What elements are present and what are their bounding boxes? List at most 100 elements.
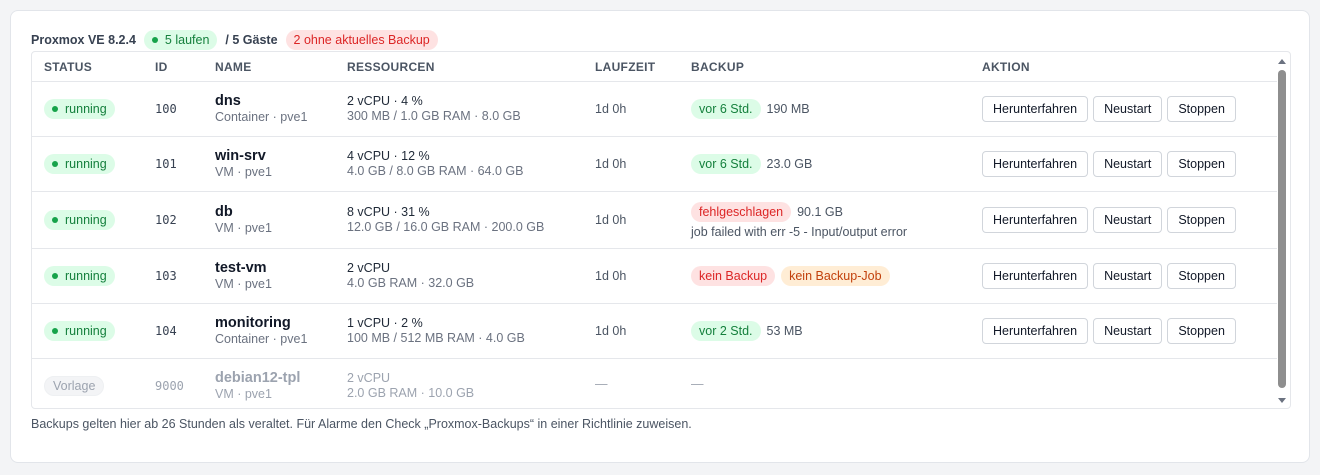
restart-button[interactable]: Neustart	[1093, 96, 1163, 122]
restart-button[interactable]: Neustart	[1093, 263, 1163, 289]
memory-disk: 2.0 GB RAM · 10.0 GB	[347, 386, 475, 400]
guest-name[interactable]: dns	[215, 93, 307, 110]
shutdown-button[interactable]: Herunterfahren	[982, 96, 1089, 122]
column-action: AKTION	[982, 60, 1030, 74]
guest-id: 9000	[155, 379, 184, 393]
shutdown-button[interactable]: Herunterfahren	[982, 263, 1089, 289]
status-label: running	[65, 324, 107, 338]
scroll-up-icon[interactable]	[1278, 59, 1286, 64]
restart-button[interactable]: Neustart	[1093, 318, 1163, 344]
status-dot-icon	[151, 37, 158, 43]
memory-disk: 100 MB / 512 MB RAM · 4.0 GB	[347, 331, 525, 345]
summary-bar: Proxmox VE 8.2.4 5 laufen / 5 Gäste 2 oh…	[31, 30, 438, 50]
stop-button[interactable]: Stoppen	[1167, 151, 1236, 177]
guest-type: Container · pve1	[215, 332, 308, 346]
action-buttons: Herunterfahren Neustart Stoppen	[982, 263, 1241, 289]
status-dot-icon	[52, 161, 58, 167]
backup-size: 23.0 GB	[766, 157, 813, 171]
backup-size: 90.1 GB	[797, 205, 843, 219]
running-count-label: 5 laufen	[164, 33, 210, 47]
table-row: running 102 db VM · pve1 8 vCPU · 31 % 1…	[32, 192, 1277, 249]
shutdown-button[interactable]: Herunterfahren	[982, 318, 1089, 344]
footer-note: Backups gelten hier ab 26 Stunden als ve…	[31, 417, 692, 431]
guest-name-cell: debian12-tpl VM · pve1	[215, 370, 300, 402]
resources-cell: 2 vCPU 4.0 GB RAM · 32.0 GB	[347, 261, 474, 291]
column-name: NAME	[215, 60, 252, 74]
cpu-usage: 8 vCPU · 31 %	[347, 205, 430, 219]
restart-button[interactable]: Neustart	[1093, 207, 1163, 233]
backup-size: 53 MB	[766, 324, 803, 338]
resources-cell: 2 vCPU · 4 % 300 MB / 1.0 GB RAM · 8.0 G…	[347, 94, 521, 124]
column-id: ID	[155, 60, 168, 74]
no-backup-job-badge: kein Backup-Job	[781, 266, 890, 286]
status-badge: running	[44, 99, 115, 119]
shutdown-button[interactable]: Herunterfahren	[982, 207, 1089, 233]
column-backup: BACKUP	[691, 60, 745, 74]
table-row: Vorlage 9000 debian12-tpl VM · pve1 2 vC…	[32, 359, 1277, 408]
table-header: STATUS ID NAME RESSOURCEN LAUFZEIT BACKU…	[32, 52, 1277, 82]
table-row: running 100 dns Container · pve1 2 vCPU …	[32, 82, 1277, 137]
backup-age-badge: vor 6 Std.	[691, 99, 761, 119]
stop-button[interactable]: Stoppen	[1167, 263, 1236, 289]
stop-button[interactable]: Stoppen	[1167, 96, 1236, 122]
uptime: 1d 0h	[595, 213, 627, 227]
column-status: STATUS	[44, 60, 93, 74]
restart-button[interactable]: Neustart	[1093, 151, 1163, 177]
cpu-usage: 2 vCPU	[347, 261, 391, 275]
running-count-badge: 5 laufen	[143, 30, 218, 50]
backup-failed-badge: fehlgeschlagen	[691, 202, 792, 222]
guest-id: 103	[155, 269, 177, 283]
cpu-usage: 2 vCPU · 4 %	[347, 94, 423, 108]
status-dot-icon	[52, 217, 58, 223]
guest-name[interactable]: db	[215, 204, 272, 221]
status-label: running	[65, 213, 107, 227]
column-resources: RESSOURCEN	[347, 60, 435, 74]
backup-age-badge: vor 2 Std.	[691, 321, 761, 341]
guest-name-cell: dns Container · pve1	[215, 93, 307, 125]
guest-type: VM · pve1	[215, 165, 272, 179]
uptime: —	[595, 377, 608, 391]
status-dot-icon	[52, 328, 58, 334]
stop-button[interactable]: Stoppen	[1167, 207, 1236, 233]
shutdown-button[interactable]: Herunterfahren	[982, 151, 1089, 177]
guest-id: 102	[155, 213, 177, 227]
scroll-down-icon[interactable]	[1278, 398, 1286, 403]
guest-name[interactable]: win-srv	[215, 148, 272, 165]
memory-disk: 4.0 GB / 8.0 GB RAM · 64.0 GB	[347, 164, 524, 178]
proxmox-card: Proxmox VE 8.2.4 5 laufen / 5 Gäste 2 oh…	[10, 10, 1310, 463]
guest-name[interactable]: monitoring	[215, 315, 307, 332]
memory-disk: 300 MB / 1.0 GB RAM · 8.0 GB	[347, 109, 521, 123]
no-backup-badge: kein Backup	[691, 266, 776, 286]
guest-id: 104	[155, 324, 177, 338]
uptime: 1d 0h	[595, 269, 627, 283]
cpu-usage: 2 vCPU	[347, 371, 391, 385]
template-badge: Vorlage	[44, 376, 105, 396]
status-badge: running	[44, 210, 115, 230]
action-buttons: Herunterfahren Neustart Stoppen	[982, 96, 1241, 122]
guest-name[interactable]: debian12-tpl	[215, 370, 300, 387]
cpu-usage: 4 vCPU · 12 %	[347, 149, 430, 163]
guest-type: VM · pve1	[215, 221, 272, 235]
guest-name[interactable]: test-vm	[215, 260, 272, 277]
status-label: running	[65, 269, 107, 283]
table-scrollbar[interactable]	[1275, 52, 1290, 408]
guest-type: VM · pve1	[215, 387, 272, 401]
uptime: 1d 0h	[595, 324, 627, 338]
status-label: running	[65, 102, 107, 116]
memory-disk: 12.0 GB / 16.0 GB RAM · 200.0 GB	[347, 220, 545, 234]
table-row: running 104 monitoring Container · pve1 …	[32, 304, 1277, 359]
backup-cell: kein Backup kein Backup-Job	[691, 266, 890, 286]
no-backup-badge: 2 ohne aktuelles Backup	[285, 30, 438, 50]
column-uptime: LAUFZEIT	[595, 60, 656, 74]
status-dot-icon	[52, 273, 58, 279]
action-buttons: Herunterfahren Neustart Stoppen	[982, 151, 1241, 177]
stop-button[interactable]: Stoppen	[1167, 318, 1236, 344]
proxmox-version: Proxmox VE 8.2.4	[31, 33, 136, 47]
action-buttons: Herunterfahren Neustart Stoppen	[982, 207, 1241, 233]
scrollbar-thumb[interactable]	[1278, 70, 1286, 388]
backup-cell: vor 6 Std. 190 MB	[691, 99, 810, 119]
guest-type: Container · pve1	[215, 110, 308, 124]
backup-age-badge: vor 6 Std.	[691, 154, 761, 174]
guest-type: VM · pve1	[215, 277, 272, 291]
table-row: running 101 win-srv VM · pve1 4 vCPU · 1…	[32, 137, 1277, 192]
